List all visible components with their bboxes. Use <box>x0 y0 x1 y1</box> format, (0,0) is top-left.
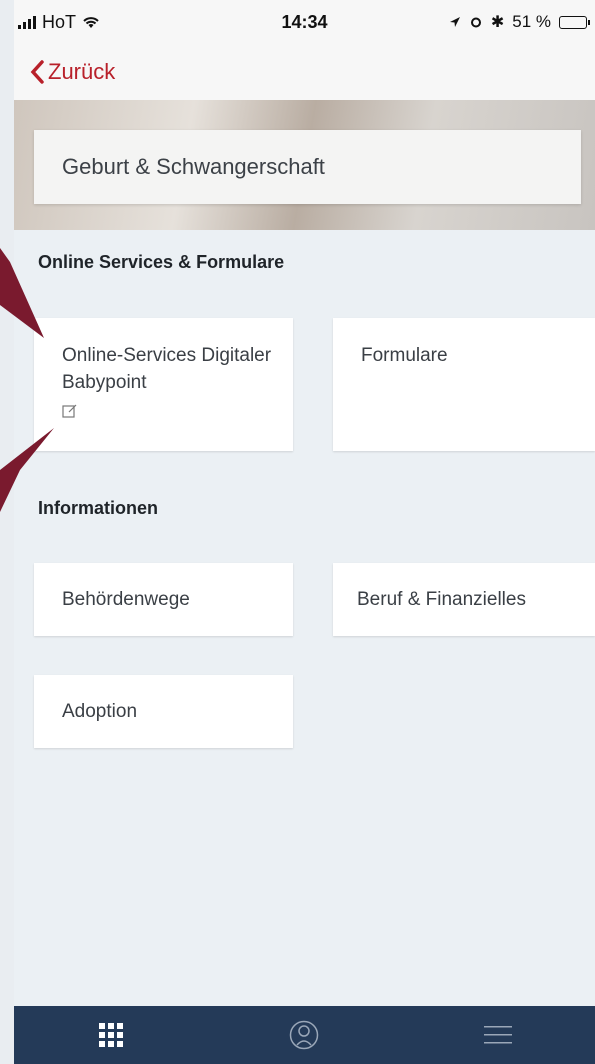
tile-online-services[interactable]: Online-Services Digitaler Babypoint <box>34 318 293 451</box>
battery-icon <box>559 15 590 29</box>
hero-title-card: Geburt & Schwangerschaft <box>34 130 581 204</box>
tile-label: Formulare <box>361 345 448 366</box>
tile-beruf-finanzielles[interactable]: Beruf & Finanzielles <box>333 563 595 636</box>
tile-label: Beruf & Finanzielles <box>357 589 526 610</box>
bluetooth-icon: ✱ <box>490 14 505 31</box>
tab-menu[interactable] <box>468 1015 528 1055</box>
tab-profile[interactable] <box>274 1015 334 1055</box>
tab-bar <box>14 1006 595 1064</box>
app-screen: HoT 14:34 ✱ 51 % Zurück Geburt & Schwang… <box>14 0 595 1064</box>
tile-label: Online-Services Digitaler Babypoint <box>62 345 272 393</box>
annotation-arrow-upper <box>0 248 44 338</box>
battery-text: 51 % <box>512 12 551 31</box>
hero-title: Geburt & Schwangerschaft <box>62 154 325 179</box>
tile-formulare[interactable]: Formulare <box>333 318 595 451</box>
profile-icon <box>290 1020 319 1050</box>
tile-label: Adoption <box>62 701 138 722</box>
tab-apps[interactable] <box>81 1015 141 1055</box>
nav-bar: Zurück <box>14 44 595 100</box>
alarm-icon <box>470 17 481 28</box>
grid-icon <box>98 1023 123 1047</box>
menu-icon <box>484 1026 513 1044</box>
status-right: ✱ 51 % <box>449 12 590 32</box>
hero-banner: Geburt & Schwangerschaft <box>14 100 595 230</box>
status-bar: HoT 14:34 ✱ 51 % <box>14 0 595 44</box>
section-title-online: Online Services & Formulare <box>38 252 285 272</box>
tile-adoption[interactable]: Adoption <box>34 675 293 748</box>
tile-behoerdenwege[interactable]: Behördenwege <box>34 563 293 636</box>
location-icon <box>449 17 460 27</box>
external-link-icon <box>62 400 265 427</box>
tile-label: Behördenwege <box>62 589 190 610</box>
annotation-arrows <box>0 248 54 512</box>
annotation-arrow-lower <box>0 428 54 512</box>
